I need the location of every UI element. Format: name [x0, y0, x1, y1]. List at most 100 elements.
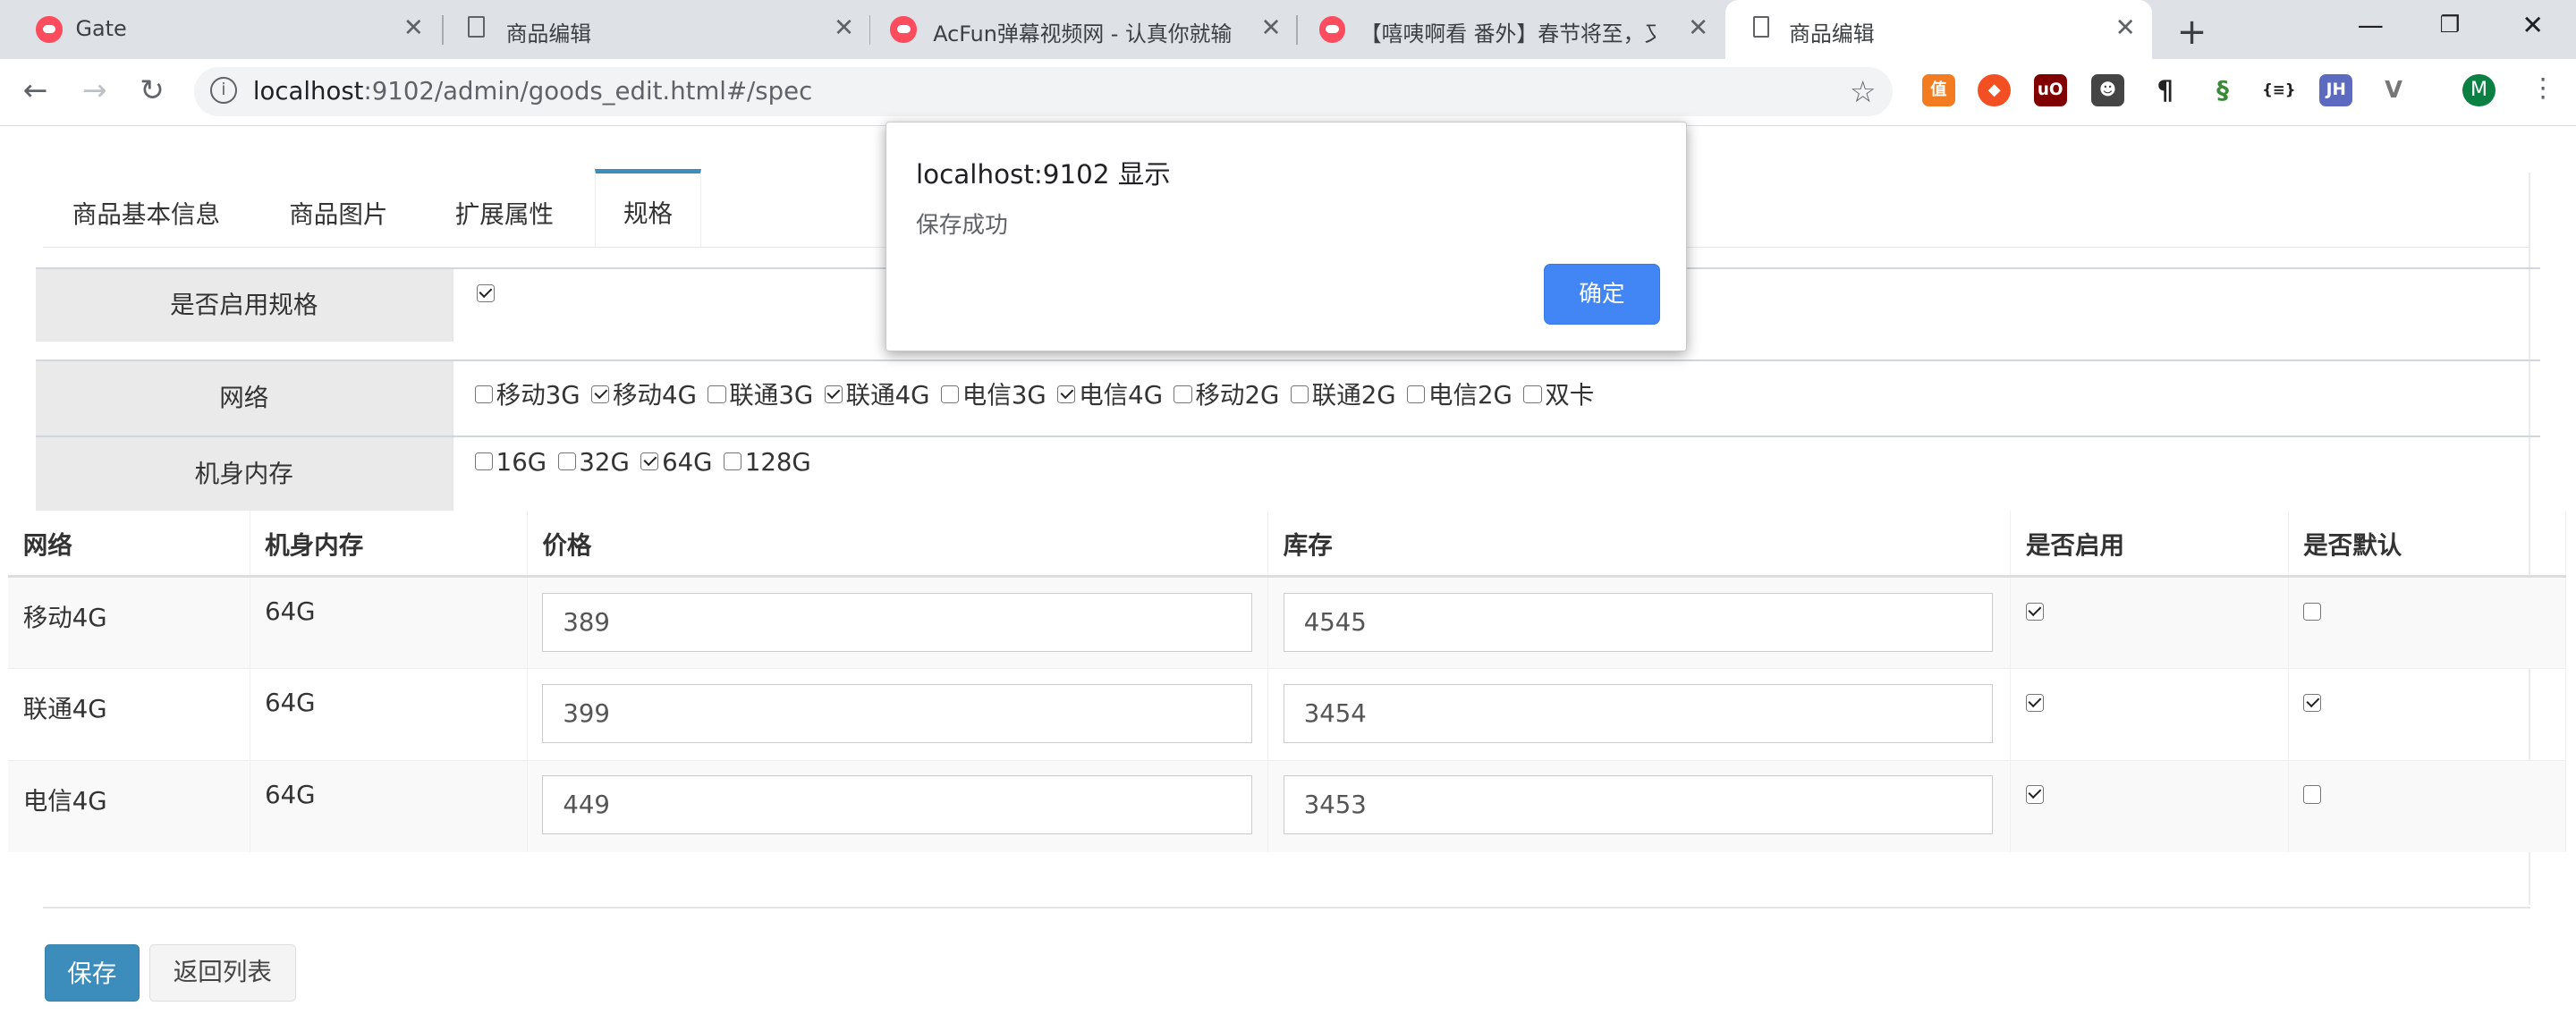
enabled-checkbox[interactable] — [2025, 785, 2045, 804]
spec-option[interactable]: 双卡 — [1523, 375, 1594, 410]
spec-option[interactable]: 电信3G — [940, 375, 1046, 410]
spec-option[interactable]: 联通4G — [824, 375, 929, 410]
stock-input[interactable] — [1283, 775, 1994, 835]
default-checkbox[interactable] — [2303, 693, 2322, 712]
spec-option[interactable]: 电信2G — [1407, 375, 1513, 410]
close-tab-icon[interactable]: ✕ — [403, 14, 424, 41]
price-input[interactable] — [542, 592, 1252, 652]
new-tab-button[interactable]: + — [2177, 10, 2207, 53]
extension-icon[interactable]: ¶ — [2148, 73, 2182, 107]
tab-spec[interactable]: 规格 — [594, 169, 702, 249]
restore-icon[interactable]: ❐ — [2439, 12, 2460, 38]
option-checkbox[interactable] — [1523, 385, 1542, 403]
browser-tab[interactable]: AcFun弹幕视频网 - 认真你就输啦 ✕ — [870, 0, 1298, 59]
option-checkbox[interactable] — [591, 385, 610, 403]
stock-input[interactable] — [1283, 683, 1994, 743]
stock-input[interactable] — [1283, 592, 1994, 652]
option-checkbox[interactable] — [1290, 385, 1309, 403]
option-label: 电信4G — [1079, 380, 1164, 410]
bookmark-star-icon[interactable]: ☆ — [1850, 74, 1877, 109]
memory-cell: 64G — [250, 759, 528, 853]
close-tab-icon[interactable]: ✕ — [1688, 14, 1708, 41]
memory-options: 16G 32G 64G 128G — [474, 448, 815, 478]
spec-option[interactable]: 移动4G — [591, 375, 697, 410]
tab-basic-info[interactable]: 商品基本信息 — [72, 169, 220, 248]
option-checkbox[interactable] — [723, 452, 742, 471]
spec-option[interactable]: 移动2G — [1174, 375, 1279, 410]
default-cell — [2288, 759, 2566, 853]
close-tab-icon[interactable]: ✕ — [2115, 14, 2136, 41]
spec-option[interactable]: 16G — [474, 448, 547, 477]
enable-spec-checkbox[interactable] — [476, 283, 495, 302]
ok-button[interactable]: 确定 — [1543, 263, 1661, 325]
tab-images[interactable]: 商品图片 — [289, 169, 387, 248]
option-checkbox[interactable] — [640, 452, 659, 471]
back-icon[interactable]: ← — [23, 72, 48, 107]
option-checkbox[interactable] — [1174, 385, 1192, 403]
info-icon[interactable]: i — [210, 77, 237, 104]
extension-icon[interactable]: ☻ — [2091, 73, 2124, 107]
extension-icon[interactable]: ◆ — [1978, 73, 2012, 107]
option-checkbox[interactable] — [474, 385, 493, 403]
browser-tab-active[interactable]: 商品编辑 ✕ — [1724, 0, 2153, 60]
extension-icon[interactable]: 值 — [1921, 73, 1955, 107]
extension-icon[interactable]: JH — [2319, 73, 2353, 107]
option-label: 移动4G — [612, 380, 697, 410]
default-cell — [2288, 576, 2566, 669]
default-checkbox[interactable] — [2303, 785, 2322, 804]
option-checkbox[interactable] — [940, 385, 960, 403]
form-divider — [452, 436, 453, 512]
network-cell: 联通4G — [8, 668, 250, 761]
option-label: 128G — [744, 448, 811, 478]
spec-option[interactable]: 64G — [640, 448, 713, 477]
vue-devtools-icon[interactable]: V — [2377, 73, 2411, 107]
sku-table: 网络 机身内存 价格 库存 是否启用 是否默认 移动4G 64G 389 454… — [8, 511, 2566, 853]
url-path: :9102/admin/goods_edit.html#/spec — [363, 77, 813, 106]
back-to-list-button[interactable]: 返回列表 — [149, 944, 296, 1002]
menu-icon[interactable]: ⋮ — [2530, 72, 2556, 103]
enabled-checkbox[interactable] — [2025, 693, 2045, 712]
spec-option[interactable]: 联通2G — [1290, 375, 1396, 410]
spec-label-network: 网络 — [36, 361, 453, 435]
save-button[interactable]: 保存 — [44, 944, 140, 1002]
spec-label-memory: 机身内存 — [36, 436, 453, 512]
stock-cell — [1267, 668, 2012, 761]
reload-icon[interactable]: ↻ — [140, 72, 165, 107]
browser-tab[interactable]: 【嘻咦啊看 番外】春节将至，又是 ✕ — [1298, 0, 1725, 59]
json-viewer-icon[interactable]: {≡} — [2262, 73, 2295, 107]
network-cell: 电信4G — [8, 759, 250, 853]
spec-option[interactable]: 移动3G — [474, 375, 580, 410]
spec-option[interactable]: 电信4G — [1057, 375, 1163, 410]
option-checkbox[interactable] — [1407, 385, 1426, 403]
browser-tab[interactable]: Gate ✕ — [0, 0, 444, 59]
table-row: 电信4G 64G — [8, 759, 2566, 853]
option-checkbox[interactable] — [557, 452, 576, 471]
default-checkbox[interactable] — [2303, 602, 2322, 621]
close-tab-icon[interactable]: ✕ — [834, 14, 854, 41]
default-cell — [2288, 668, 2566, 761]
spec-option[interactable]: 32G — [557, 448, 630, 477]
network-options: 移动3G 移动4G 联通3G 联通4G 电信3G 电信4G 移动2G 联通2G … — [474, 375, 1597, 410]
address-bar[interactable]: i localhost:9102/admin/goods_edit.html#/… — [193, 67, 1893, 117]
option-checkbox[interactable] — [824, 385, 843, 403]
close-tab-icon[interactable]: ✕ — [1261, 14, 1282, 41]
option-checkbox[interactable] — [708, 385, 726, 403]
profile-avatar[interactable]: M — [2462, 73, 2496, 107]
spec-option[interactable]: 联通3G — [708, 375, 813, 410]
url-host: localhost — [252, 77, 364, 106]
minimize-icon[interactable]: — — [2358, 10, 2384, 40]
price-input[interactable] — [542, 775, 1252, 835]
price-input[interactable] — [542, 683, 1252, 743]
url-text[interactable]: localhost:9102/admin/goods_edit.html#/sp… — [253, 77, 812, 106]
spec-option[interactable]: 128G — [723, 448, 811, 478]
option-checkbox[interactable] — [1057, 385, 1076, 403]
browser-tab[interactable]: 商品编辑 ✕ — [444, 0, 871, 59]
window-close-icon[interactable]: ✕ — [2521, 10, 2544, 40]
forward-icon[interactable]: → — [82, 72, 107, 107]
ublock-icon[interactable]: uO — [2033, 73, 2067, 107]
enabled-checkbox[interactable] — [2025, 602, 2045, 621]
extension-icon[interactable]: § — [2206, 73, 2240, 107]
option-checkbox[interactable] — [474, 452, 493, 471]
tab-ext-attrs[interactable]: 扩展属性 — [455, 169, 554, 248]
price-cell — [527, 576, 1269, 669]
